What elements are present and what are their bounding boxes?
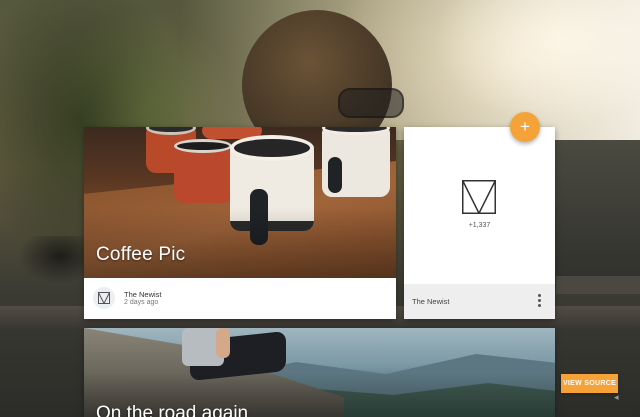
- card-footer: The Newist: [404, 284, 555, 319]
- mug: [174, 139, 232, 203]
- view-source-button[interactable]: VIEW SOURCE: [561, 374, 618, 393]
- road-card[interactable]: On the road again: [84, 328, 555, 417]
- coffee-card[interactable]: Coffee Pic The Newist 2 days ago: [84, 127, 396, 319]
- avatar[interactable]: [93, 287, 115, 309]
- photo-shade: [84, 208, 396, 278]
- post-date: 2 days ago: [124, 299, 159, 306]
- logo-icon: [462, 180, 496, 214]
- author-name[interactable]: The Newist: [124, 290, 162, 299]
- count-label: +1,337: [468, 222, 491, 229]
- coffee-photo: Coffee Pic: [84, 127, 396, 278]
- add-icon: +: [520, 117, 530, 136]
- railing-right: [556, 276, 640, 294]
- sunglasses: [338, 88, 404, 118]
- stats-card[interactable]: +1,337 The Newist: [404, 127, 555, 319]
- add-button[interactable]: +: [510, 112, 540, 142]
- logo-icon: [98, 292, 110, 304]
- shadow: [0, 236, 84, 306]
- author-name[interactable]: The Newist: [412, 297, 450, 306]
- more-vert-icon[interactable]: [537, 294, 541, 307]
- corner-arrow-icon: ◂: [614, 392, 619, 402]
- mug: [322, 127, 390, 197]
- card-title: Coffee Pic: [96, 244, 186, 265]
- card-title: On the road again: [96, 403, 249, 417]
- card-footer: The Newist 2 days ago: [84, 278, 396, 319]
- stats-card-body: +1,337: [404, 127, 555, 284]
